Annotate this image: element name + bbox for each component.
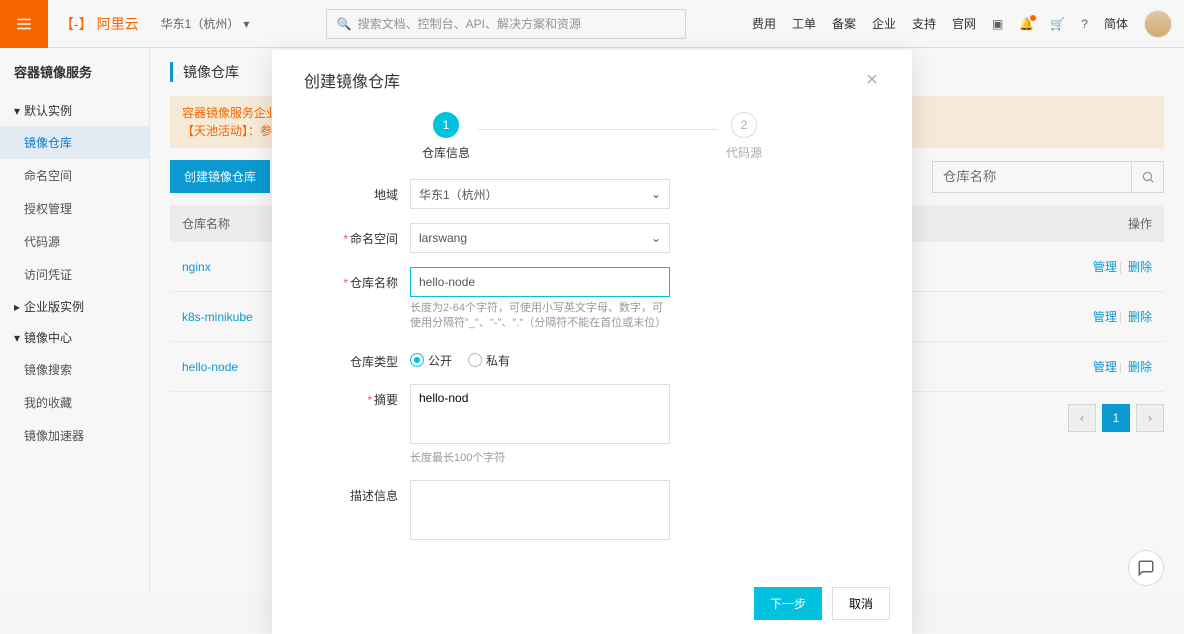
radio-indicator (410, 353, 424, 367)
summary-textarea[interactable] (410, 384, 670, 444)
radio-private[interactable]: 私有 (468, 352, 510, 369)
close-icon (864, 71, 880, 87)
label-summary: 摘要 (374, 393, 398, 407)
modal-close-button[interactable] (864, 71, 880, 90)
create-repo-modal: 创建镜像仓库 1 仓库信息 2 代码源 地域 华东1（杭州） ⌄ *命名空间 (272, 50, 912, 634)
step-1-label: 仓库信息 (422, 144, 470, 161)
repo-name-hint: 长度为2-64个字符，可使用小写英文字母、数字，可使用分隔符"_"、"-"、".… (410, 301, 670, 332)
step-indicator: 1 仓库信息 2 代码源 (272, 102, 912, 179)
region-value: 华东1（杭州） (419, 186, 498, 203)
description-textarea[interactable] (410, 480, 670, 540)
next-step-button[interactable]: 下一步 (754, 587, 822, 620)
cancel-button[interactable]: 取消 (832, 587, 890, 620)
namespace-select[interactable]: larswang ⌄ (410, 223, 670, 253)
chevron-down-icon: ⌄ (651, 187, 661, 201)
step-2-dot: 2 (731, 112, 757, 138)
radio-private-label: 私有 (486, 352, 510, 369)
modal-title: 创建镜像仓库 (304, 68, 400, 92)
radio-indicator (468, 353, 482, 367)
chevron-down-icon: ⌄ (651, 231, 661, 245)
summary-hint: 长度最长100个字符 (410, 451, 670, 466)
repo-name-input[interactable] (410, 267, 670, 297)
step-2: 2 代码源 (726, 112, 762, 161)
label-repo-name: 仓库名称 (350, 276, 398, 290)
modal-form: 地域 华东1（杭州） ⌄ *命名空间 larswang ⌄ *仓库名称 长度为2 (272, 179, 912, 573)
step-1: 1 仓库信息 (422, 112, 470, 161)
radio-public-label: 公开 (428, 352, 452, 369)
step-1-dot: 1 (433, 112, 459, 138)
label-repo-type: 仓库类型 (308, 346, 398, 370)
modal-footer: 下一步 取消 (272, 573, 912, 634)
modal-header: 创建镜像仓库 (272, 50, 912, 102)
chat-fab[interactable] (1128, 550, 1164, 586)
label-region: 地域 (308, 179, 398, 203)
region-select[interactable]: 华东1（杭州） ⌄ (410, 179, 670, 209)
label-namespace: 命名空间 (350, 232, 398, 246)
repo-type-radio-group: 公开 私有 (410, 346, 670, 369)
step-2-label: 代码源 (726, 144, 762, 161)
chat-icon (1137, 559, 1155, 577)
label-description: 描述信息 (308, 480, 398, 504)
radio-public[interactable]: 公开 (410, 352, 452, 369)
namespace-value: larswang (419, 231, 467, 245)
step-connector (478, 129, 718, 130)
